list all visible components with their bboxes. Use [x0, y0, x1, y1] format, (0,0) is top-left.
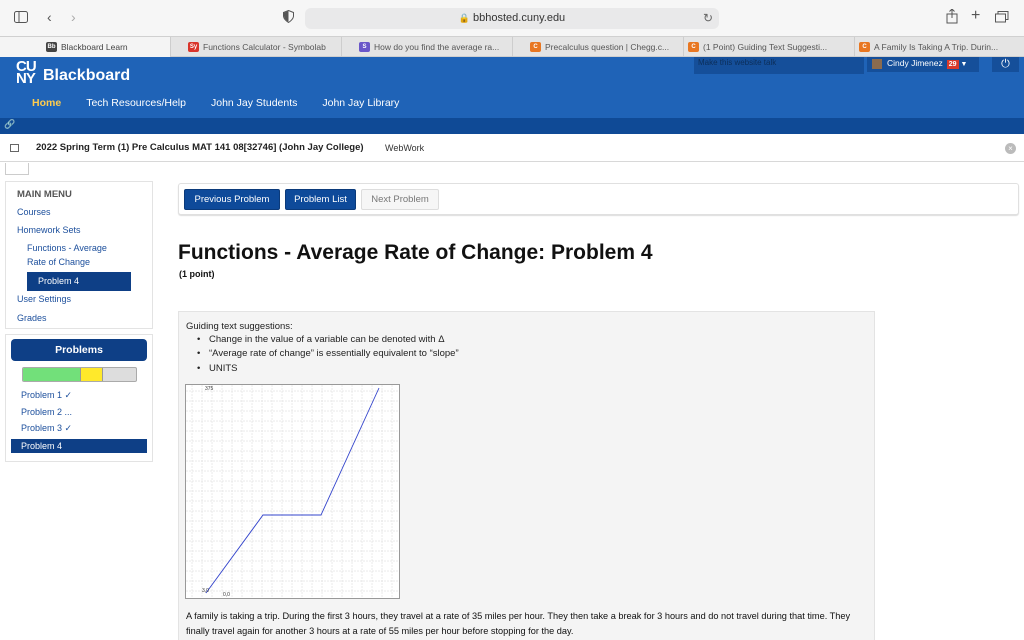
chegg-favicon-icon: C: [688, 42, 699, 52]
sidebar-icon[interactable]: [14, 10, 28, 26]
make-website-talk-button[interactable]: Make this website talk: [694, 57, 864, 74]
main-menu: MAIN MENU Courses Homework Sets Function…: [5, 181, 153, 329]
list-item: “Average rate of change” is essentially …: [197, 348, 459, 362]
user-menu[interactable]: Cindy Jimenez 29 ▼: [867, 57, 979, 72]
logo-name: Blackboard: [43, 67, 131, 84]
tab-blackboard[interactable]: Bb Blackboard Learn: [0, 37, 171, 57]
origin-label: 3,0: [202, 588, 209, 594]
menu-toggle-icon[interactable]: [10, 144, 19, 152]
problem-statement: A family is taking a trip. During the fi…: [186, 611, 851, 636]
address-bar[interactable]: 🔒 bbhosted.cuny.edu ↻: [305, 8, 719, 29]
main-menu-title: MAIN MENU: [17, 189, 72, 200]
chevron-down-icon: ▼: [960, 61, 968, 68]
blackboard-favicon-icon: Bb: [46, 42, 57, 52]
nav-john-jay-library[interactable]: John Jay Library: [322, 97, 399, 109]
collapse-tab[interactable]: [5, 163, 29, 175]
tab-label: How do you find the average ra...: [374, 42, 500, 52]
privacy-shield-icon[interactable]: [283, 9, 294, 26]
socratic-favicon-icon: S: [359, 42, 370, 52]
problems-header: Problems: [11, 339, 147, 361]
problems-panel: Problems Problem 1 ✓ Problem 2 ... Probl…: [5, 334, 153, 462]
chegg-favicon-icon: C: [859, 42, 870, 52]
forward-icon[interactable]: ›: [71, 9, 76, 25]
tab-bar: Bb Blackboard Learn Sy Functions Calculato…: [0, 36, 1024, 57]
problem-link-4[interactable]: Problem 4: [11, 439, 147, 453]
problem-content: Guiding text suggestions: Change in the …: [178, 311, 875, 640]
tab-label: Functions Calculator - Symbolab: [203, 42, 326, 52]
tab-label: A Family Is Taking A Trip. Durin...: [874, 42, 999, 52]
y-top-label: 375: [205, 386, 214, 392]
breadcrumb-webwork: WebWork: [385, 143, 425, 153]
lock-icon: 🔒: [458, 13, 471, 23]
progress-correct: [23, 368, 80, 381]
menu-item-homework-sets[interactable]: Homework Sets: [17, 225, 81, 235]
problem-list-button[interactable]: Problem List: [285, 189, 356, 210]
chegg-favicon-icon: C: [530, 42, 541, 52]
problem-link-1[interactable]: Problem 1 ✓: [21, 390, 72, 401]
blackboard-logo[interactable]: CU NY Blackboard: [16, 58, 130, 87]
problem-nav-bar: Previous Problem Problem List Next Probl…: [178, 183, 1019, 215]
top-nav: Home Tech Resources/Help John Jay Studen…: [32, 97, 424, 109]
x-label: 0,0: [223, 592, 230, 598]
problem-link-2[interactable]: Problem 2 ...: [21, 407, 72, 417]
avatar: [872, 59, 882, 69]
progress-bar: [22, 367, 137, 382]
tab-overview-icon[interactable]: [995, 10, 1009, 26]
logout-icon[interactable]: ⏻: [992, 57, 1019, 72]
notification-badge[interactable]: 29: [946, 60, 959, 69]
next-problem-button[interactable]: Next Problem: [361, 189, 439, 210]
course-title[interactable]: 2022 Spring Term (1) Pre Calculus MAT 14…: [36, 142, 364, 153]
cuny-logo-text: CU NY: [16, 58, 37, 87]
problem-points: (1 point): [179, 269, 215, 279]
guide-list: Change in the value of a variable can be…: [197, 334, 459, 377]
guide-title: Guiding text suggestions:: [186, 321, 293, 332]
page-title: Functions - Average Rate of Change: Prob…: [178, 241, 653, 264]
link-icon[interactable]: 🔗: [4, 119, 15, 130]
share-icon[interactable]: [946, 8, 958, 27]
url-text: bbhosted.cuny.edu: [473, 12, 566, 24]
tab-average-rate[interactable]: S How do you find the average ra...: [342, 37, 513, 57]
list-item: UNITS: [197, 363, 459, 377]
tab-symbolab[interactable]: Sy Functions Calculator - Symbolab: [171, 37, 342, 57]
browser-toolbar: ‹ › 🔒 bbhosted.cuny.edu ↻ +: [0, 0, 1024, 36]
tab-chegg-guiding[interactable]: C (1 Point) Guiding Text Suggesti...: [684, 37, 855, 57]
menu-item-grades[interactable]: Grades: [17, 313, 47, 323]
tab-label: Precalculus question | Chegg.c...: [545, 42, 670, 52]
breadcrumb: 2022 Spring Term (1) Pre Calculus MAT 14…: [0, 134, 1024, 162]
previous-problem-button[interactable]: Previous Problem: [184, 189, 280, 210]
nav-tech-resources[interactable]: Tech Resources/Help: [86, 97, 186, 109]
list-item: Change in the value of a variable can be…: [197, 334, 459, 348]
menu-item-user-settings[interactable]: User Settings: [17, 294, 71, 304]
back-icon[interactable]: ‹: [47, 9, 52, 25]
close-icon[interactable]: ×: [1005, 143, 1016, 154]
tab-label: Blackboard Learn: [61, 42, 128, 52]
course-strip: 🔗: [0, 118, 1024, 134]
problem-link-3[interactable]: Problem 3 ✓: [21, 423, 72, 434]
distance-graph: 375 3,0 0,0: [185, 384, 400, 599]
menu-item-courses[interactable]: Courses: [17, 207, 51, 217]
nav-home[interactable]: Home: [32, 97, 61, 109]
menu-item-set-line2[interactable]: Rate of Change: [27, 257, 90, 267]
tab-chegg-precalc[interactable]: C Precalculus question | Chegg.c...: [513, 37, 684, 57]
tab-label: (1 Point) Guiding Text Suggesti...: [703, 42, 828, 52]
progress-partial: [79, 368, 104, 381]
nav-john-jay-students[interactable]: John Jay Students: [211, 97, 297, 109]
graph-svg: 375 3,0 0,0: [186, 385, 399, 598]
symbolab-favicon-icon: Sy: [188, 42, 199, 52]
menu-item-set-line1[interactable]: Functions - Average: [27, 243, 107, 253]
menu-item-problem-4[interactable]: Problem 4: [27, 272, 131, 291]
reload-icon[interactable]: ↻: [703, 8, 713, 29]
tab-chegg-trip[interactable]: C A Family Is Taking A Trip. Durin...: [855, 37, 1024, 57]
new-tab-icon[interactable]: +: [971, 8, 980, 24]
user-name: Cindy Jimenez: [887, 58, 943, 68]
